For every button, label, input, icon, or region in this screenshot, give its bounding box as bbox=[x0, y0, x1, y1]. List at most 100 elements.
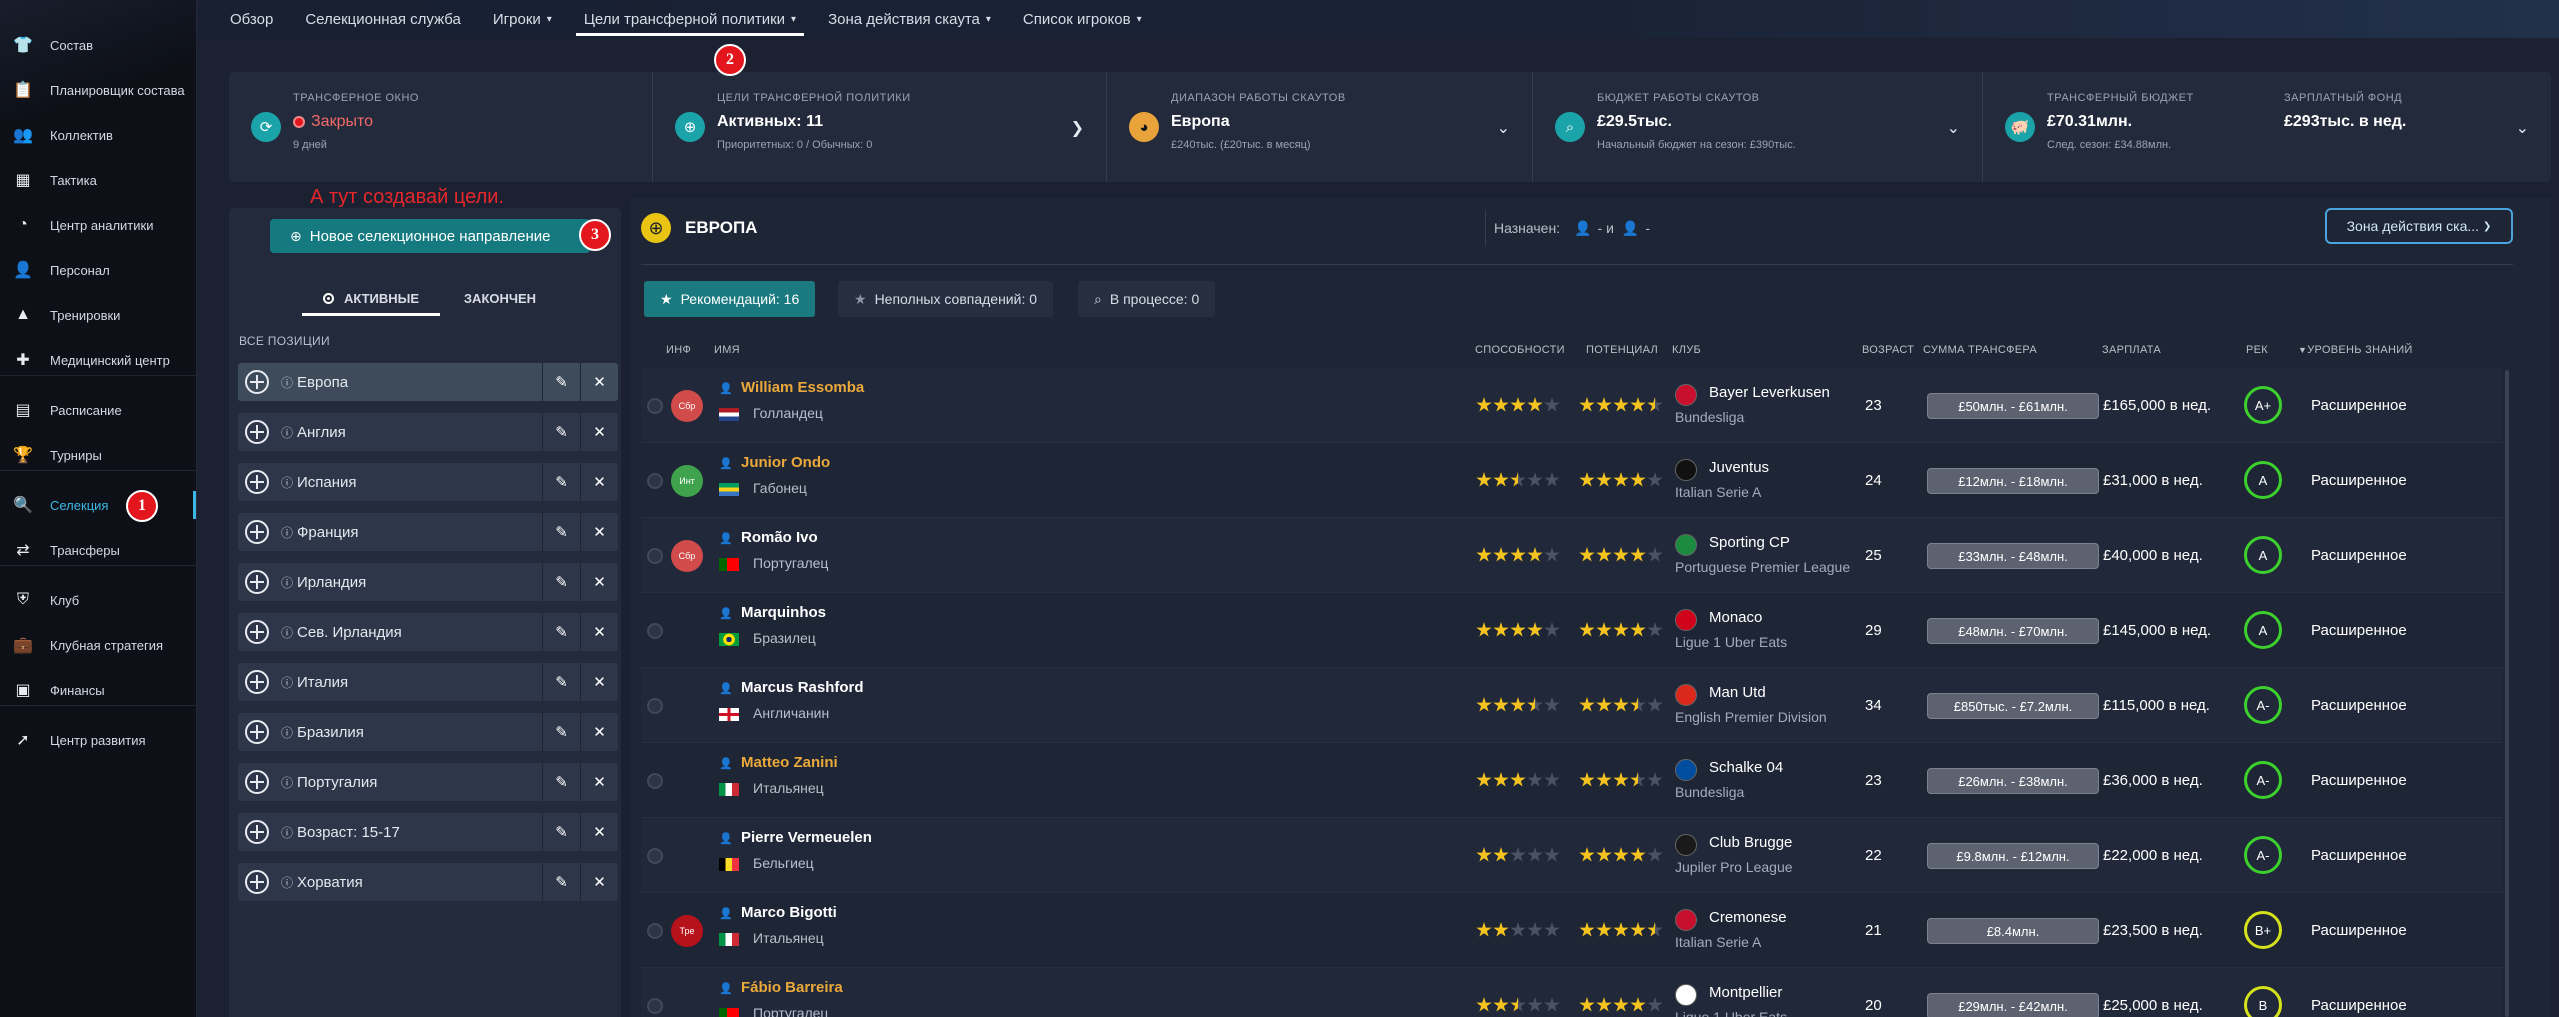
filter-recommendations[interactable]: ★ Рекомендаций: 16 bbox=[644, 281, 816, 317]
sidebar-item-group[interactable]: 👥 Коллектив bbox=[0, 115, 196, 155]
edit-pencil-icon[interactable]: ✎ bbox=[542, 713, 580, 751]
sidebar-item-shirt[interactable]: 👕 Состав bbox=[0, 25, 196, 65]
edit-pencil-icon[interactable]: ✎ bbox=[542, 813, 580, 851]
player-club[interactable]: Schalke 04 bbox=[1709, 759, 1783, 776]
player-club[interactable]: Cremonese bbox=[1709, 909, 1787, 926]
info-icon[interactable]: ⓘ bbox=[281, 474, 293, 491]
row-checkbox[interactable] bbox=[647, 773, 663, 789]
sidebar-item-training-cone[interactable]: ▲ Тренировки bbox=[0, 295, 196, 335]
table-row[interactable]: Сбр 👤 William Essomba Голландец Bayer Leverk… bbox=[641, 368, 2503, 443]
info-icon[interactable]: ⓘ bbox=[281, 724, 293, 741]
player-club[interactable]: Man Utd bbox=[1709, 684, 1766, 701]
target-item[interactable]: ⓘ Испания ✎ ✕ bbox=[238, 463, 618, 501]
info-icon[interactable]: ⓘ bbox=[281, 624, 293, 641]
chevron-down-icon[interactable]: ⌄ bbox=[1497, 118, 1510, 138]
target-item[interactable]: ⓘ Хорватия ✎ ✕ bbox=[238, 863, 618, 901]
sidebar-item-shield[interactable]: ⛨ Клуб bbox=[0, 580, 196, 620]
close-icon[interactable]: ✕ bbox=[580, 713, 618, 751]
table-row[interactable]: 👤 Marquinhos Бразилец Monaco Ligue 1 Uber Ea… bbox=[641, 593, 2503, 668]
tab-2[interactable]: Игроки ▾ bbox=[481, 0, 564, 38]
sidebar-item-money[interactable]: ▣ Финансы bbox=[0, 670, 196, 710]
column-knowledge[interactable]: ▼УРОВЕНЬ ЗНАНИЙ bbox=[2298, 344, 2413, 356]
target-item[interactable]: ⓘ Англия ✎ ✕ bbox=[238, 413, 618, 451]
column-inf[interactable]: ИНФ bbox=[666, 344, 691, 356]
edit-pencil-icon[interactable]: ✎ bbox=[542, 413, 580, 451]
close-icon[interactable]: ✕ bbox=[580, 763, 618, 801]
table-scrollbar[interactable] bbox=[2505, 370, 2509, 1017]
tab-0[interactable]: Обзор bbox=[218, 0, 285, 38]
scouting-scope-button[interactable]: Зона действия ска... ❯ bbox=[2325, 208, 2513, 244]
table-row[interactable]: Инт 👤 Junior Ondo Габонец Juventus Italian Se… bbox=[641, 443, 2503, 518]
edit-pencil-icon[interactable]: ✎ bbox=[542, 463, 580, 501]
sidebar-item-briefcase[interactable]: 💼 Клубная стратегия bbox=[0, 625, 196, 665]
target-item[interactable]: ⓘ Европа ✎ ✕ bbox=[238, 363, 618, 401]
table-row[interactable]: 👤 Matteo Zanini Итальянец Schalke 04 Bundesl… bbox=[641, 743, 2503, 818]
transfer-targets-cell[interactable]: ⊕ ЦЕЛИ ТРАНСФЕРНОЙ ПОЛИТИКИ Активных: 11… bbox=[653, 72, 1107, 182]
sidebar-item-staff[interactable]: 👤 Персонал bbox=[0, 250, 196, 290]
tab-4[interactable]: Зона действия скаута ▾ bbox=[816, 0, 1003, 38]
close-icon[interactable]: ✕ bbox=[580, 663, 618, 701]
player-name[interactable]: Junior Ondo bbox=[741, 454, 830, 471]
row-checkbox[interactable] bbox=[647, 848, 663, 864]
target-item[interactable]: ⓘ Италия ✎ ✕ bbox=[238, 663, 618, 701]
edit-pencil-icon[interactable]: ✎ bbox=[542, 563, 580, 601]
info-icon[interactable]: ⓘ bbox=[281, 424, 293, 441]
edit-pencil-icon[interactable]: ✎ bbox=[542, 613, 580, 651]
table-row[interactable]: Тре 👤 Marco Bigotti Итальянец Cremonese Itali… bbox=[641, 893, 2503, 968]
column-ability[interactable]: СПОСОБНОСТИ bbox=[1475, 344, 1565, 356]
table-row[interactable]: 👤 Pierre Vermeuelen Бельгиец Club Brugge Jup… bbox=[641, 818, 2503, 893]
close-icon[interactable]: ✕ bbox=[580, 563, 618, 601]
sidebar-item-clipboard[interactable]: 📋 Планировщик состава bbox=[0, 70, 196, 110]
table-row[interactable]: 👤 Marcus Rashford Англичанин Man Utd English… bbox=[641, 668, 2503, 743]
player-club[interactable]: Montpellier bbox=[1709, 984, 1782, 1001]
scout-budget-cell[interactable]: ⌕ БЮДЖЕТ РАБОТЫ СКАУТОВ £29.5тыс. Началь… bbox=[1533, 72, 1983, 182]
close-icon[interactable]: ✕ bbox=[580, 513, 618, 551]
info-icon[interactable]: ⓘ bbox=[281, 774, 293, 791]
info-icon[interactable]: ⓘ bbox=[281, 574, 293, 591]
close-icon[interactable]: ✕ bbox=[580, 813, 618, 851]
table-row[interactable]: 👤 Fábio Barreira Португалец Montpellier Ligu… bbox=[641, 968, 2503, 1017]
column-club[interactable]: КЛУБ bbox=[1672, 344, 1701, 356]
edit-pencil-icon[interactable]: ✎ bbox=[542, 663, 580, 701]
info-icon[interactable]: ⓘ bbox=[281, 674, 293, 691]
close-icon[interactable]: ✕ bbox=[580, 463, 618, 501]
player-name[interactable]: Fábio Barreira bbox=[741, 979, 843, 996]
player-club[interactable]: Monaco bbox=[1709, 609, 1762, 626]
scout-range-cell[interactable]: ◕ ДИАПАЗОН РАБОТЫ СКАУТОВ Европа £240тыс… bbox=[1107, 72, 1533, 182]
target-item[interactable]: ⓘ Ирландия ✎ ✕ bbox=[238, 563, 618, 601]
column-fee[interactable]: СУММА ТРАНСФЕРА bbox=[1923, 344, 2037, 356]
target-item[interactable]: ⓘ Бразилия ✎ ✕ bbox=[238, 713, 618, 751]
row-checkbox[interactable] bbox=[647, 698, 663, 714]
player-name[interactable]: Romão Ivo bbox=[741, 529, 818, 546]
filter-in-progress[interactable]: ⌕ В процессе: 0 bbox=[1078, 281, 1216, 317]
sidebar-item-calendar[interactable]: ▤ Расписание bbox=[0, 390, 196, 430]
edit-pencil-icon[interactable]: ✎ bbox=[542, 763, 580, 801]
info-icon[interactable]: ⓘ bbox=[281, 824, 293, 841]
player-name[interactable]: Marquinhos bbox=[741, 604, 826, 621]
close-icon[interactable]: ✕ bbox=[580, 413, 618, 451]
sidebar-item-search[interactable]: 🔍 Селекция bbox=[0, 485, 196, 525]
close-icon[interactable]: ✕ bbox=[580, 363, 618, 401]
row-checkbox[interactable] bbox=[647, 998, 663, 1014]
budget-cell[interactable]: 🐖 ТРАНСФЕРНЫЙ БЮДЖЕТ £70.31млн. След. се… bbox=[1983, 72, 2551, 182]
tab-finished[interactable]: ЗАКОНЧЕН bbox=[450, 280, 550, 316]
sidebar-item-analytics[interactable]: ◔ Центр аналитики bbox=[0, 205, 196, 245]
new-scouting-assignment-button[interactable]: ⊕ Новое селекционное направление bbox=[270, 219, 590, 253]
row-checkbox[interactable] bbox=[647, 623, 663, 639]
chevron-down-icon[interactable]: ⌄ bbox=[1947, 118, 1960, 138]
close-icon[interactable]: ✕ bbox=[580, 613, 618, 651]
tab-active[interactable]: АКТИВНЫЕ bbox=[302, 280, 440, 316]
edit-pencil-icon[interactable]: ✎ bbox=[542, 863, 580, 901]
player-name[interactable]: Matteo Zanini bbox=[741, 754, 838, 771]
tab-3[interactable]: Цели трансферной политики ▾ bbox=[572, 0, 808, 38]
tab-5[interactable]: Список игроков ▾ bbox=[1011, 0, 1154, 38]
row-checkbox[interactable] bbox=[647, 398, 663, 414]
row-checkbox[interactable] bbox=[647, 548, 663, 564]
player-name[interactable]: William Essomba bbox=[741, 379, 864, 396]
info-icon[interactable]: ⓘ bbox=[281, 874, 293, 891]
player-club[interactable]: Club Brugge bbox=[1709, 834, 1792, 851]
chevron-right-icon[interactable]: ❯ bbox=[1071, 118, 1084, 138]
column-rec[interactable]: РЕК bbox=[2246, 344, 2268, 356]
target-item[interactable]: ⓘ Сев. Ирландия ✎ ✕ bbox=[238, 613, 618, 651]
column-potential[interactable]: ПОТЕНЦИАЛ bbox=[1586, 344, 1658, 356]
